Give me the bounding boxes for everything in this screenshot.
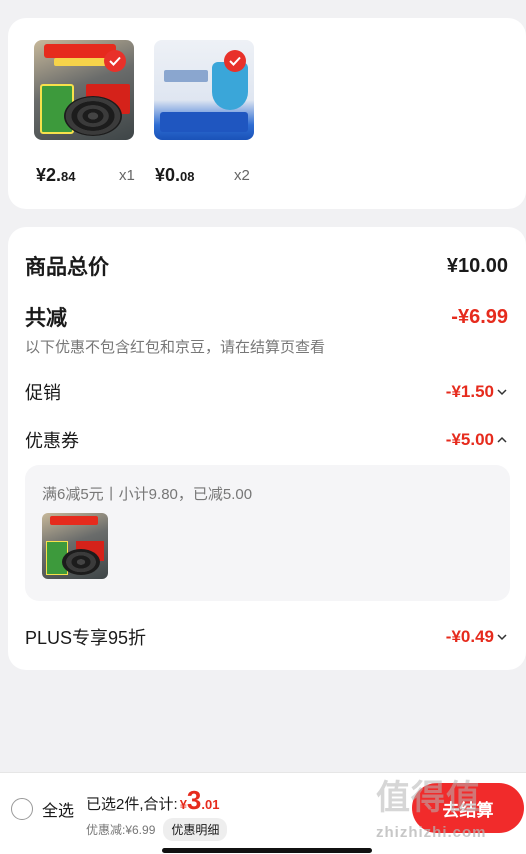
total-discount-row: 共减 -¥6.99 [25,302,508,332]
total-decimal: .01 [201,797,220,812]
product-price-2: ¥0.08 [155,165,195,185]
product-thumbnail-hair-test[interactable] [154,40,254,140]
chevron-down-icon[interactable] [496,632,508,642]
discount-hint: 以下优惠不包含红包和京豆，请在结算页查看 [25,339,326,356]
product-item-2[interactable] [154,40,254,140]
total-integer: 3 [186,785,202,815]
home-indicator [162,848,372,853]
plus-discount-value: -¥0.49 [445,627,494,646]
coupon-value: -¥5.00 [445,430,494,449]
chevron-down-icon[interactable] [496,387,508,397]
discount-summary: 优惠减:¥6.99 优惠明细 [86,818,228,841]
product-thumbnail-mosquito-coil[interactable] [34,40,134,140]
plus-discount-row[interactable]: PLUS专享95折 -¥0.49 [25,624,508,650]
selected-products-card: ¥2.84 x1 ¥0.08 x2 [8,18,526,209]
product-qty-1: x1 [119,167,135,184]
check-icon [224,50,246,72]
total-price-row: 商品总价 ¥10.00 [25,251,508,281]
promo-label: 促销 [25,383,61,403]
chevron-up-icon[interactable] [496,435,508,445]
check-icon [104,50,126,72]
plus-discount-label: PLUS专享95折 [25,628,147,648]
select-all-toggle[interactable]: 全选 [11,797,74,821]
product-qty-2: x2 [234,167,250,184]
coupon-detail-box: 满6减5元丨小计9.80，已减5.00 [25,465,510,601]
selected-total: 已选2件,合计: ¥ 3 .01 [86,787,219,814]
discount-amount-text: 优惠减:¥6.99 [86,823,156,837]
promo-value: -¥1.50 [445,382,494,401]
currency-symbol: ¥ [179,797,187,812]
watermark-url: zhizhizhi.com [376,824,487,841]
coupon-description: 满6减5元丨小计9.80，已减5.00 [42,486,253,503]
select-all-label: 全选 [42,803,75,820]
product-price-1: ¥2.84 [36,165,76,185]
product-item-1[interactable] [34,40,134,140]
total-discount-value: -¥6.99 [451,305,508,328]
watermark-logo: 值得值 [376,779,481,817]
selected-total-prefix: 已选2件,合计: [86,796,178,813]
total-discount-label: 共减 [25,307,67,330]
coupon-label: 优惠券 [25,431,79,451]
discount-details-button[interactable]: 优惠明细 [163,818,228,841]
promo-row[interactable]: 促销 -¥1.50 [25,379,508,405]
total-price-label: 商品总价 [25,256,109,279]
coupon-row[interactable]: 优惠券 -¥5.00 [25,427,508,453]
select-all-radio[interactable] [11,798,33,820]
total-price-value: ¥10.00 [446,254,508,277]
coupon-product-thumbnail [42,513,108,579]
price-summary-card: 商品总价 ¥10.00 共减 -¥6.99 以下优惠不包含红包和京豆，请在结算页… [8,227,526,670]
